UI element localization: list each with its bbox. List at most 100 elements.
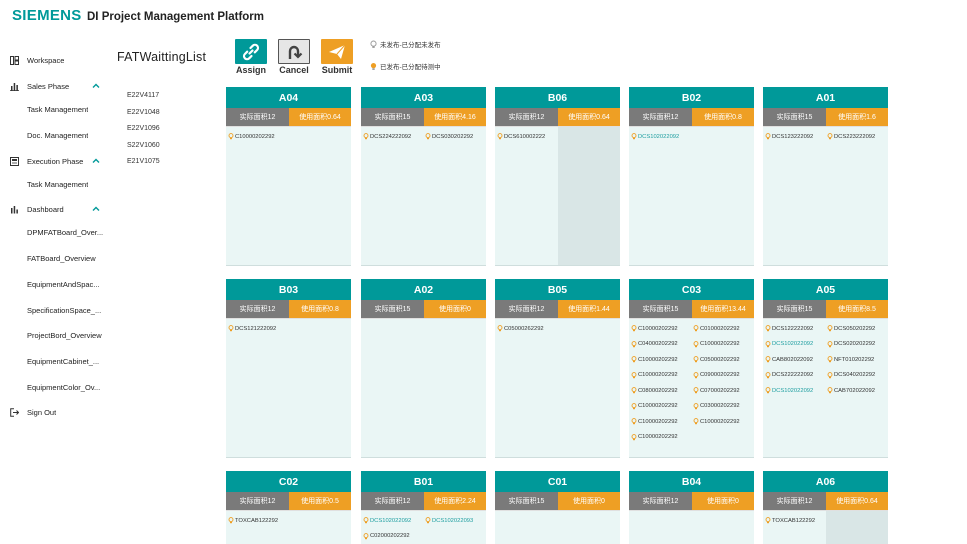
equipment-chip[interactable]: DCS020202292 <box>827 337 887 353</box>
chevron-up-icon[interactable] <box>92 205 100 213</box>
station-body[interactable]: C10000202292 <box>226 127 351 265</box>
sidebar-item-fatboard[interactable]: FATBoard_Overview <box>0 249 110 267</box>
station-body[interactable]: TOXCAB122292 <box>226 511 351 544</box>
sidebar-item-dashboard[interactable]: Dashboard <box>0 200 110 218</box>
equipment-chip[interactable]: CAB702022092 <box>827 383 887 399</box>
equipment-chip[interactable]: DCS102022092 <box>765 337 825 353</box>
station-body[interactable]: C10000202292 C01000202292 C04000202292 C100… <box>629 319 754 457</box>
equipment-chip[interactable]: NFT010202292 <box>827 352 887 368</box>
legend-unpublished-text: 未发布-已分配未发布 <box>380 42 441 49</box>
equipment-chip[interactable]: C10000202292 <box>631 321 691 337</box>
equipment-chip[interactable]: C01000202292 <box>693 321 753 337</box>
submit-button[interactable]: Submit <box>320 39 354 77</box>
equipment-chip[interactable]: DCS102022092 <box>765 383 825 399</box>
equipment-chip[interactable]: DCS610002222 <box>497 129 557 145</box>
equipment-chip[interactable]: DCS222222092 <box>765 368 825 384</box>
station-card[interactable]: B04 实际面积12 使用面积0 <box>629 471 754 544</box>
list-item[interactable]: E21V1075 <box>127 154 160 171</box>
equipment-chip[interactable]: DCS122222092 <box>765 321 825 337</box>
equipment-chip[interactable]: C10000202292 <box>631 430 691 446</box>
list-item[interactable]: E22V1096 <box>127 121 160 138</box>
sidebar-item-task-management[interactable]: Task Management <box>0 100 110 118</box>
sidebar-item-task-management-exec[interactable]: Task Management <box>0 175 110 193</box>
station-body[interactable]: DCS121222092 <box>226 319 351 457</box>
equipment-chip[interactable]: C08000202292 <box>631 383 691 399</box>
legend-unpublished: 未发布-已分配未发布 <box>369 39 441 49</box>
station-card[interactable]: B05 实际面积12 使用面积1.44 C05000262292 <box>495 279 620 458</box>
sidebar-item-doc-management[interactable]: Doc. Management <box>0 126 110 144</box>
station-card[interactable]: B01 实际面积12 使用面积2.24 DCS102022092 DCS10202209… <box>361 471 486 544</box>
equipment-chip[interactable]: C10000202292 <box>693 414 753 430</box>
used-area-label: 使用面积2.24 <box>424 492 486 510</box>
equipment-chip[interactable]: C05000202292 <box>693 352 753 368</box>
station-body[interactable]: DCS224222092 DCS030202292 <box>361 127 486 265</box>
sidebar-item-specification-space[interactable]: SpecificationSpace_... <box>0 301 110 319</box>
equipment-chip[interactable]: DCS040202292 <box>827 368 887 384</box>
equipment-chip[interactable]: DCS123222092 <box>765 129 825 145</box>
station-card[interactable]: C03 实际面积15 使用面积13.44 C10000202292 C010002022… <box>629 279 754 458</box>
station-card[interactable]: A04 实际面积12 使用面积0.64 C10000202292 <box>226 87 351 266</box>
equipment-chip[interactable]: C10000202292 <box>631 399 691 415</box>
equipment-chip[interactable]: C05000262292 <box>497 321 557 337</box>
list-item[interactable]: E22V4117 <box>127 88 160 105</box>
equipment-chip[interactable]: TOXCAB122292 <box>765 513 825 529</box>
equipment-chip[interactable]: C10000202292 <box>693 337 753 353</box>
station-card[interactable]: C01 实际面积15 使用面积0 <box>495 471 620 544</box>
station-body[interactable] <box>629 511 754 544</box>
equipment-chip[interactable]: C02000202292 <box>363 529 423 544</box>
equipment-chip[interactable]: DCS102022092 <box>631 129 691 145</box>
equipment-chip[interactable]: CAB802022092 <box>765 352 825 368</box>
brand-logo[interactable]: SIEMENS <box>12 7 82 24</box>
sidebar-item-sales-phase[interactable]: Sales Phase <box>0 77 110 95</box>
station-body[interactable]: C05000262292 <box>495 319 620 457</box>
equipment-chip[interactable]: C10000202292 <box>631 368 691 384</box>
equipment-chip[interactable]: C09000202292 <box>693 368 753 384</box>
station-card[interactable]: A06 实际面积12 使用面积0.64 TOXCAB122292 <box>763 471 888 544</box>
equipment-chip[interactable]: C10000202292 <box>631 414 691 430</box>
station-card[interactable]: A03 实际面积15 使用面积4.16 DCS224222092 DCS03020229… <box>361 87 486 266</box>
equipment-chip[interactable]: DCS030202292 <box>425 129 485 145</box>
equipment-chip[interactable]: DCS223222092 <box>827 129 887 145</box>
station-card[interactable]: A05 实际面积15 使用面积8.5 DCS122222092 DCS050202292… <box>763 279 888 458</box>
equipment-chip[interactable]: C03000202292 <box>693 399 753 415</box>
equipment-chip[interactable]: DCS121222092 <box>228 321 288 337</box>
station-body[interactable]: TOXCAB122292 <box>763 511 888 544</box>
equipment-chip[interactable]: TOXCAB122292 <box>228 513 288 529</box>
station-card[interactable]: A01 实际面积15 使用面积1.6 DCS123222092 DCS223222092 <box>763 87 888 266</box>
sidebar-item-dpmfatboard[interactable]: DPMFATBoard_Over... <box>0 223 110 241</box>
equipment-chip[interactable]: DCS224222092 <box>363 129 423 145</box>
list-item[interactable]: S22V1060 <box>127 138 160 155</box>
station-body[interactable] <box>495 511 620 544</box>
sidebar-item-execution-phase[interactable]: Execution Phase <box>0 152 110 170</box>
station-body[interactable]: DCS123222092 DCS223222092 <box>763 127 888 265</box>
station-card[interactable]: C02 实际面积12 使用面积0.5 TOXCAB122292 <box>226 471 351 544</box>
station-card[interactable]: B02 实际面积12 使用面积0.8 DCS102022092 <box>629 87 754 266</box>
station-card[interactable]: A02 实际面积15 使用面积0 <box>361 279 486 458</box>
station-card[interactable]: B03 实际面积12 使用面积0.8 DCS121222092 <box>226 279 351 458</box>
sidebar-item-label: Task Management <box>27 179 89 189</box>
sidebar-item-equipment-color[interactable]: EquipmentColor_Ov... <box>0 378 110 396</box>
cancel-button[interactable]: Cancel <box>277 39 311 77</box>
equipment-chip[interactable]: DCS102022092 <box>363 513 423 529</box>
sidebar-item-equipment-and-space[interactable]: EquipmentAndSpac... <box>0 275 110 293</box>
station-body[interactable]: DCS102022092 DCS102022093 C02000202292 <box>361 511 486 544</box>
equipment-chip[interactable]: DCS102022093 <box>425 513 485 529</box>
sidebar-item-sign-out[interactable]: Sign Out <box>0 403 110 421</box>
sidebar-item-workspace[interactable]: Workspace <box>0 51 110 69</box>
station-card[interactable]: B06 实际面积12 使用面积0.64 DCS610002222 <box>495 87 620 266</box>
list-item[interactable]: E22V1048 <box>127 105 160 122</box>
station-body[interactable]: DCS610002222 <box>495 127 620 265</box>
equipment-chip[interactable]: DCS050202292 <box>827 321 887 337</box>
assign-button[interactable]: Assign <box>234 39 268 77</box>
station-body[interactable]: DCS122222092 DCS050202292 DCS102022092 DCS0… <box>763 319 888 457</box>
sidebar-item-equipment-cabinet[interactable]: EquipmentCabinet_... <box>0 352 110 370</box>
equipment-chip[interactable]: C10000202292 <box>228 129 288 145</box>
sidebar-item-project-bord[interactable]: ProjectBord_Overview <box>0 326 110 344</box>
chevron-up-icon[interactable] <box>92 157 100 165</box>
equipment-chip[interactable]: C10000202292 <box>631 352 691 368</box>
station-body[interactable] <box>361 319 486 457</box>
chevron-up-icon[interactable] <box>92 82 100 90</box>
equipment-chip[interactable]: C04000202292 <box>631 337 691 353</box>
equipment-chip[interactable]: C07000202292 <box>693 383 753 399</box>
station-body[interactable]: DCS102022092 <box>629 127 754 265</box>
